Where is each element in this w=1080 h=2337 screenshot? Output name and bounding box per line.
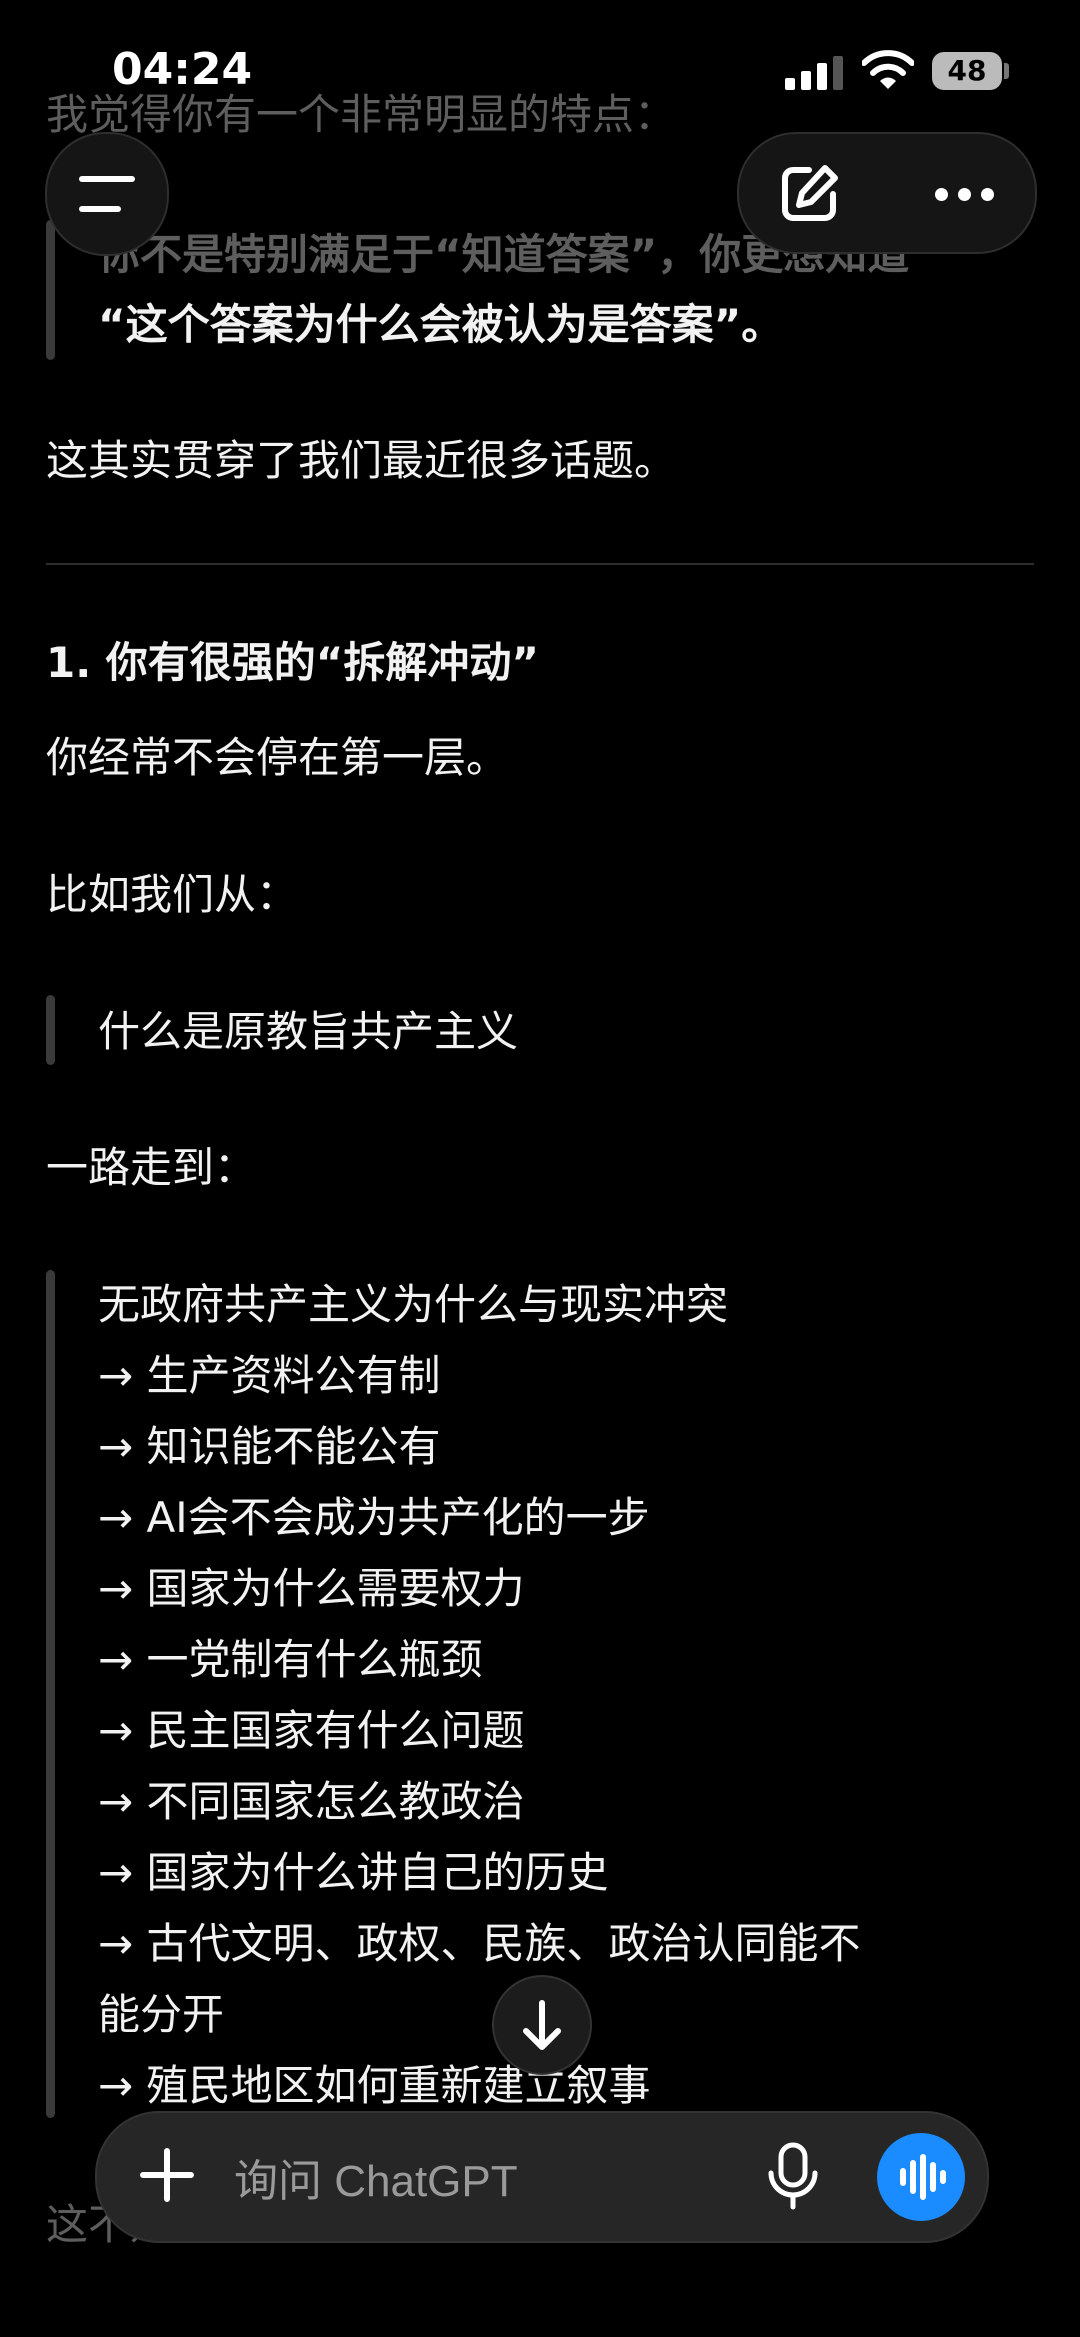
quote-bar: [46, 995, 55, 1065]
chain-item: → 国家为什么讲自己的历史: [98, 1848, 609, 1897]
voice-mode-icon: [900, 2154, 946, 2200]
plus-icon[interactable]: [137, 2145, 197, 2205]
sidebar-menu-button[interactable]: [45, 132, 169, 256]
chain-item: 无政府共产主义为什么与现实冲突: [98, 1280, 729, 1329]
chain-item: → 国家为什么需要权力: [98, 1564, 525, 1613]
battery-icon: 48: [932, 52, 1002, 90]
divider: [46, 563, 1034, 565]
paragraph: 你经常不会停在第一层。: [46, 733, 509, 782]
chain-item: → 不同国家怎么教政治: [98, 1777, 525, 1826]
quote-line: “这个答案为什么会被认为是答案”。: [98, 300, 784, 349]
microphone-icon[interactable]: [765, 2141, 821, 2211]
battery-level: 48: [947, 54, 987, 87]
chain-item: → 一党制有什么瓶颈: [98, 1635, 483, 1684]
message-composer[interactable]: 询问 ChatGPT: [95, 2111, 989, 2243]
clock: 04:24: [112, 44, 253, 95]
quote-bar: [46, 1270, 55, 2118]
scroll-to-bottom-button[interactable]: [492, 1975, 592, 2075]
cellular-signal-icon: [785, 56, 843, 90]
arrow-down-icon: [523, 2000, 561, 2050]
chain-item: 能分开: [98, 1990, 225, 2039]
chain-item: → 古代文明、政权、民族、政治认同能不: [98, 1919, 861, 1968]
battery-tip: [1004, 63, 1009, 79]
chain-item: → 民主国家有什么问题: [98, 1706, 525, 1755]
top-actions: [737, 132, 1037, 254]
paragraph: 一路走到：: [46, 1143, 257, 1192]
status-bar: 04:24 48: [0, 0, 1080, 130]
chain-item: → 知识能不能公有: [98, 1422, 441, 1471]
quote-bar: [46, 220, 55, 360]
ask-input[interactable]: 询问 ChatGPT: [234, 2145, 518, 2209]
quote-line: 什么是原教旨共产主义: [98, 1007, 519, 1056]
summary-text: 这其实贯穿了我们最近很多话题。: [46, 436, 677, 485]
voice-mode-button[interactable]: [877, 2133, 965, 2221]
edit-icon[interactable]: [779, 162, 841, 224]
ellipsis-icon[interactable]: [935, 186, 1004, 205]
chain-item: → 生产资料公有制: [98, 1351, 441, 1400]
wifi-icon: [862, 50, 914, 89]
paragraph: 比如我们从：: [46, 870, 299, 919]
section-heading: 1. 你有很强的“拆解冲动”: [46, 638, 540, 687]
chain-item: → AI会不会成为共产化的一步: [98, 1493, 650, 1542]
